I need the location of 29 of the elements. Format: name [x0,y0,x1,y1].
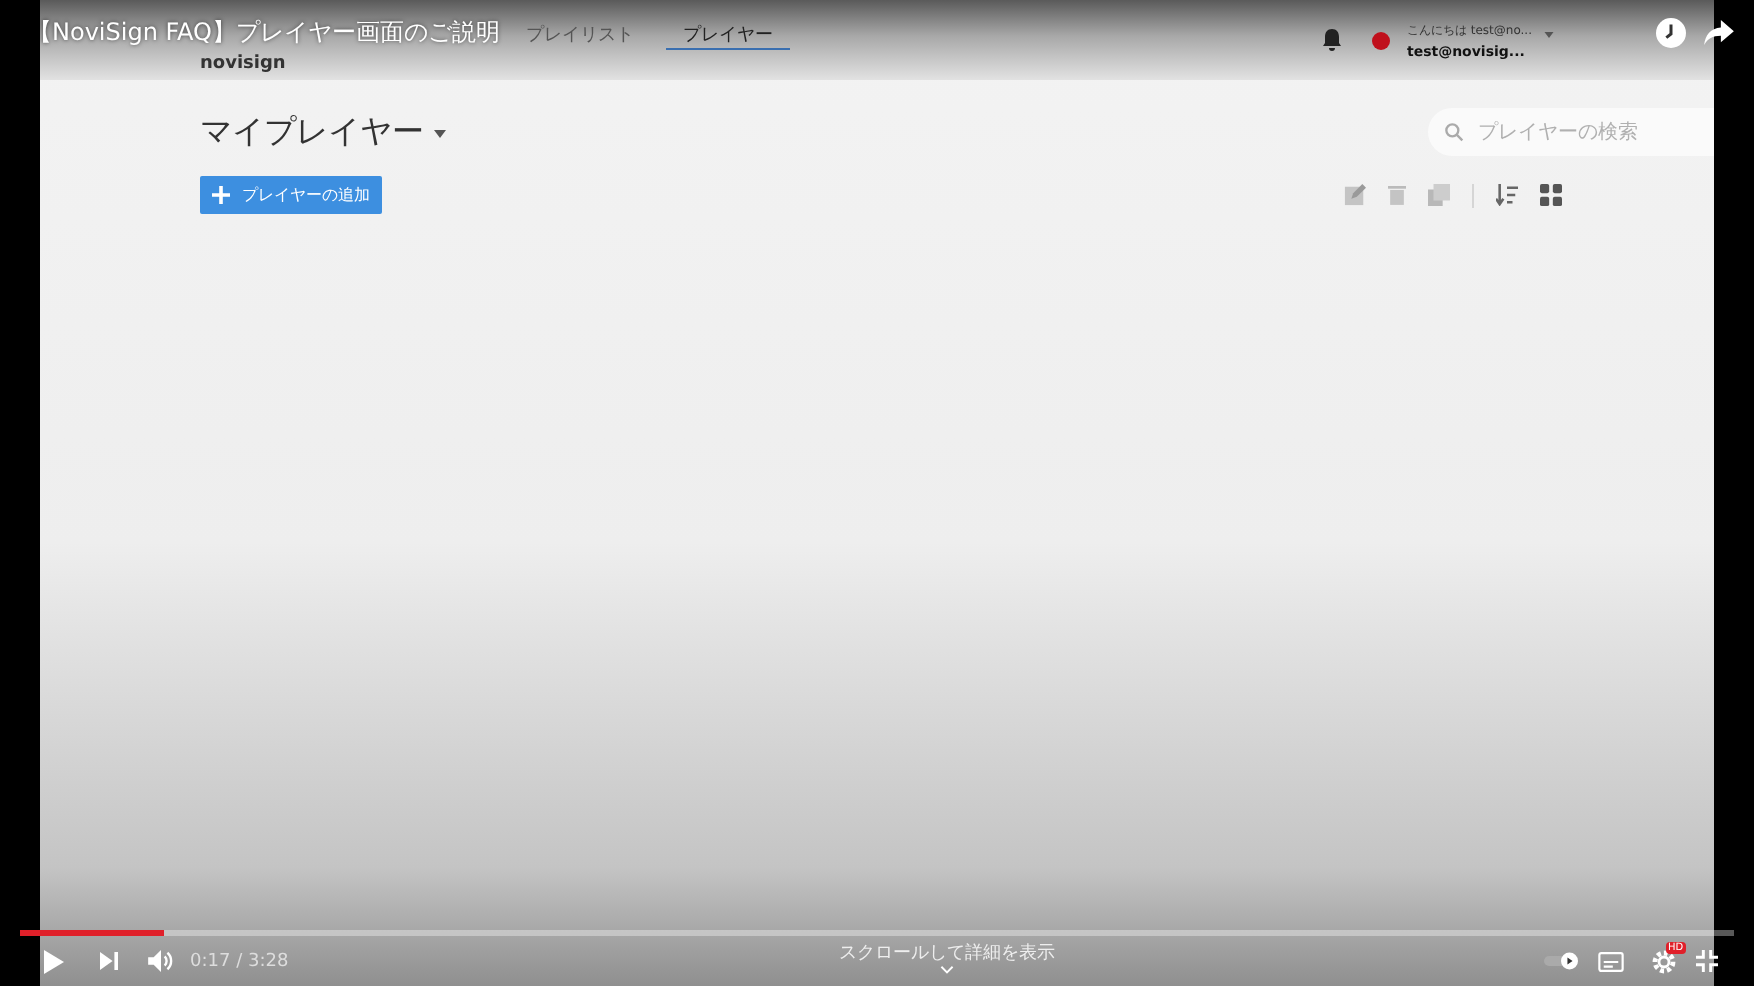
caret-icon[interactable] [1544,32,1554,38]
logo-text: novisign [200,54,288,74]
grid-view-icon[interactable] [1540,184,1562,206]
add-player-button[interactable]: プレイヤーの追加 [200,176,382,214]
trash-icon[interactable] [1388,184,1406,206]
plus-icon [212,186,230,204]
share-icon[interactable] [1704,20,1734,46]
nav-tab[interactable]: プレイリスト [518,0,642,50]
page-heading: マイプレイヤー [200,112,424,154]
bell-icon[interactable] [1322,28,1343,52]
exit-fullscreen-icon[interactable] [1696,950,1718,972]
sort-icon[interactable] [1496,184,1518,206]
time-display: 0:17 / 3:28 [190,951,291,971]
subtitles-icon[interactable] [1598,951,1624,971]
copy-icon[interactable] [1428,184,1450,206]
edit-icon[interactable] [1344,184,1366,206]
video-title[interactable]: 【NoviSign FAQ】プレイヤー画面のご説明 [28,16,500,48]
scroll-hint[interactable]: スクロールして詳細を表示 [839,940,1055,966]
clock-icon[interactable] [1656,18,1686,48]
status-dot-icon [1372,32,1391,50]
settings-icon[interactable] [1652,949,1676,973]
search-field[interactable]: プレイヤーの検索 [1428,108,1714,156]
caret-icon[interactable] [434,129,446,137]
autoplay-toggle-icon[interactable] [1544,952,1578,970]
chevron-down-icon[interactable] [940,966,954,974]
nav-tab[interactable]: プレイヤー [666,0,790,50]
play-icon[interactable] [44,949,64,973]
volume-icon[interactable] [148,950,174,972]
next-icon[interactable] [100,952,118,970]
